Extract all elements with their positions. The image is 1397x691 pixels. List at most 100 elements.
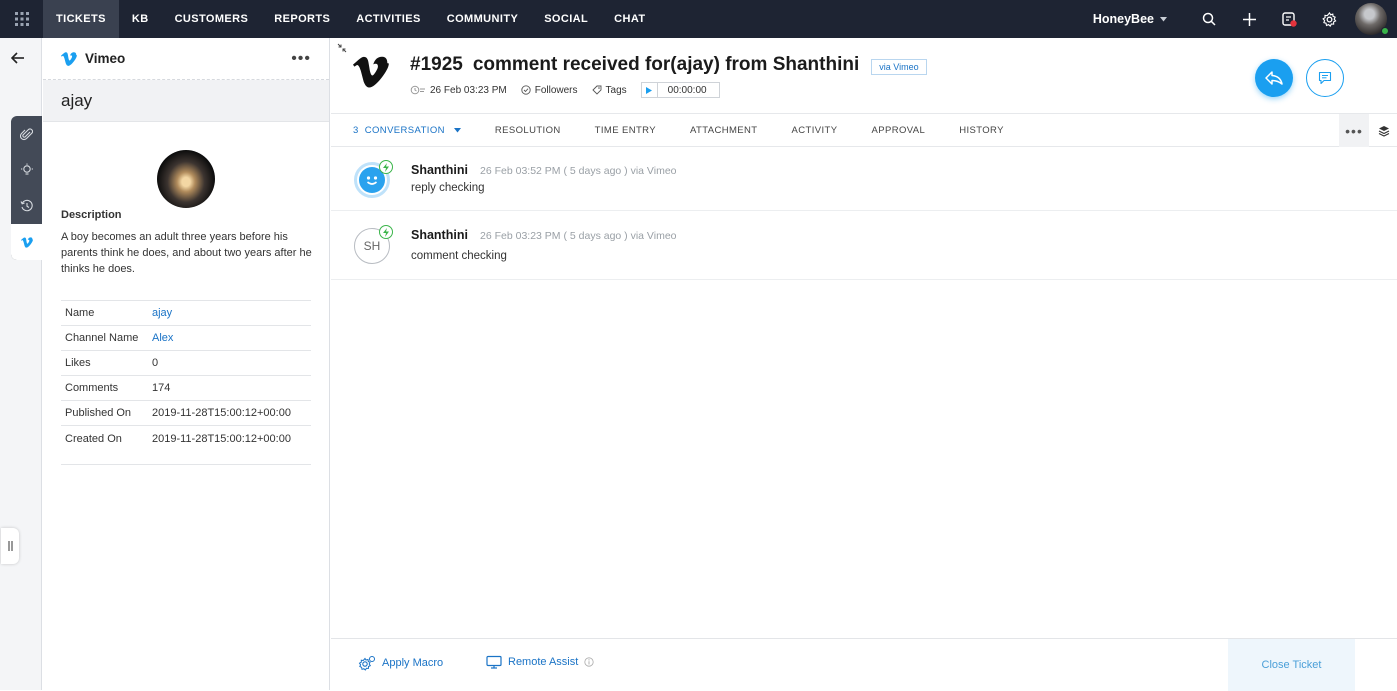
tags-button[interactable]: Tags xyxy=(591,85,627,96)
more-options-icon[interactable]: ••• xyxy=(291,50,311,68)
macro-gear-icon xyxy=(358,656,375,671)
nav-activities[interactable]: ACTIVITIES xyxy=(343,0,434,38)
online-status-dot xyxy=(1381,27,1389,35)
info-icon[interactable] xyxy=(584,657,594,667)
tab-resolution[interactable]: RESOLUTION xyxy=(478,113,578,147)
nav-customers[interactable]: CUSTOMERS xyxy=(162,0,262,38)
tab-conversation[interactable]: 3 CONVERSATION xyxy=(331,113,478,147)
vimeo-side-panel: Vimeo ••• ajay Description A boy becomes… xyxy=(43,38,330,690)
property-row: Comments 174 xyxy=(61,376,311,401)
description-text: A boy becomes an adult three years befor… xyxy=(61,231,312,275)
department-switcher[interactable]: HoneyBee xyxy=(1093,12,1167,26)
properties-divider xyxy=(61,464,311,465)
user-avatar[interactable] xyxy=(1355,3,1389,35)
clock-icon xyxy=(410,85,425,95)
property-row: Created On 2019-11-28T15:00:12+00:00 xyxy=(61,426,311,451)
thread-time: 26 Feb 03:23 PM ( 5 days ago ) via Vimeo xyxy=(480,230,677,242)
property-row: Channel Name Alex xyxy=(61,326,311,351)
rail-toolbar xyxy=(11,116,42,260)
close-ticket-button[interactable]: Close Ticket xyxy=(1228,639,1355,691)
thread-body: reply checking xyxy=(411,182,485,194)
lightbulb-icon[interactable] xyxy=(11,152,42,188)
property-value-link[interactable]: ajay xyxy=(152,307,172,319)
back-arrow-icon[interactable] xyxy=(10,51,25,69)
comment-button[interactable] xyxy=(1306,59,1344,97)
apply-macro-button[interactable]: Apply Macro xyxy=(358,655,443,671)
play-icon[interactable] xyxy=(642,83,658,97)
ticket-title: #1925 comment received for(ajay) from Sh… xyxy=(410,54,927,76)
monitor-icon xyxy=(486,655,502,669)
search-icon[interactable] xyxy=(1189,0,1229,38)
panel-title: Vimeo xyxy=(85,51,126,66)
nav-chat[interactable]: CHAT xyxy=(601,0,658,38)
created-time: 26 Feb 03:23 PM xyxy=(410,85,507,96)
collapse-icon[interactable] xyxy=(337,43,347,55)
tab-attachment[interactable]: ATTACHMENT xyxy=(673,113,775,147)
property-value: 2019-11-28T15:00:12+00:00 xyxy=(152,432,291,445)
chevron-down-icon xyxy=(1160,16,1167,21)
tab-approval[interactable]: APPROVAL xyxy=(854,113,942,147)
channel-status-icon xyxy=(379,225,393,239)
nav-kb[interactable]: KB xyxy=(119,0,162,38)
property-key: Published On xyxy=(65,407,132,419)
property-value: 2019-11-28T15:00:12+00:00 xyxy=(152,407,291,419)
nav-tickets[interactable]: TICKETS xyxy=(43,0,119,38)
profile-avatar xyxy=(157,150,215,208)
nav-reports[interactable]: REPORTS xyxy=(261,0,343,38)
chevron-down-icon xyxy=(453,127,461,132)
created-time-text: 26 Feb 03:23 PM xyxy=(430,84,507,96)
tab-time-entry[interactable]: TIME ENTRY xyxy=(578,113,673,147)
property-key: Likes xyxy=(65,357,91,369)
ticket-footer: Apply Macro Remote Assist Close Ticket xyxy=(331,638,1397,691)
property-value-link[interactable]: Alex xyxy=(152,332,173,344)
remote-assist-label: Remote Assist xyxy=(508,656,579,668)
thread-item[interactable]: Shanthini 26 Feb 03:52 PM ( 5 days ago )… xyxy=(331,147,1397,211)
panel-resize-handle[interactable] xyxy=(1,528,19,564)
thread-time: 26 Feb 03:52 PM ( 5 days ago ) via Vimeo xyxy=(480,165,677,177)
nav-social[interactable]: SOCIAL xyxy=(531,0,601,38)
property-key: Comments xyxy=(65,382,119,394)
tab-conversation-label: 3 CONVERSATION xyxy=(353,124,445,136)
tab-activity[interactable]: ACTIVITY xyxy=(775,113,855,147)
vimeo-channel-logo-icon xyxy=(353,56,389,93)
apply-macro-label: Apply Macro xyxy=(382,657,444,669)
ticket-detail: #1925 comment received for(ajay) from Sh… xyxy=(331,38,1397,691)
property-value: 174 xyxy=(152,382,171,394)
layers-icon[interactable] xyxy=(1371,114,1397,147)
reply-button[interactable] xyxy=(1255,59,1293,97)
check-circle-icon xyxy=(521,85,531,95)
notifications-icon[interactable] xyxy=(1269,0,1309,38)
ticket-tabs: 3 CONVERSATION RESOLUTION TIME ENTRY ATT… xyxy=(331,113,1397,147)
vimeo-logo-icon xyxy=(61,51,77,66)
thread-author: Shanthini xyxy=(411,228,468,242)
vimeo-extension-icon[interactable] xyxy=(11,224,42,260)
department-name: HoneyBee xyxy=(1092,12,1154,26)
ticket-meta: 26 Feb 03:23 PM Followers Tags 00:00:00 xyxy=(410,82,720,98)
timer-value: 00:00:00 xyxy=(667,84,707,96)
plus-icon[interactable] xyxy=(1229,0,1269,38)
property-row: Name ajay xyxy=(61,301,311,326)
nav-community[interactable]: COMMUNITY xyxy=(434,0,531,38)
property-key: Name xyxy=(65,307,95,319)
attachment-icon[interactable] xyxy=(11,116,42,152)
property-value: 0 xyxy=(152,357,159,369)
tab-history[interactable]: HISTORY xyxy=(942,113,1021,147)
history-icon[interactable] xyxy=(11,188,42,224)
description-label: Description xyxy=(61,209,122,221)
left-rail xyxy=(0,38,42,690)
property-row: Published On 2019-11-28T15:00:12+00:00 xyxy=(61,401,311,426)
ticket-subject: comment received for(ajay) from Shanthin… xyxy=(472,54,860,75)
property-row: Likes 0 xyxy=(61,351,311,376)
more-tabs-icon[interactable]: ••• xyxy=(1339,114,1369,147)
footer-spacer xyxy=(1355,639,1397,691)
thread-item[interactable]: SH Shanthini 26 Feb 03:23 PM ( 5 days ag… xyxy=(331,211,1397,280)
property-key: Created On xyxy=(65,432,122,445)
followers-button[interactable]: Followers xyxy=(521,85,578,96)
ticket-id: #1925 xyxy=(410,54,463,75)
apps-grid-icon[interactable] xyxy=(0,0,43,38)
remote-assist-button[interactable]: Remote Assist xyxy=(486,655,594,669)
thread-body: comment checking xyxy=(411,250,507,262)
panel-header: Vimeo xyxy=(43,38,329,80)
gear-icon[interactable] xyxy=(1309,0,1349,38)
tag-icon xyxy=(591,85,601,95)
